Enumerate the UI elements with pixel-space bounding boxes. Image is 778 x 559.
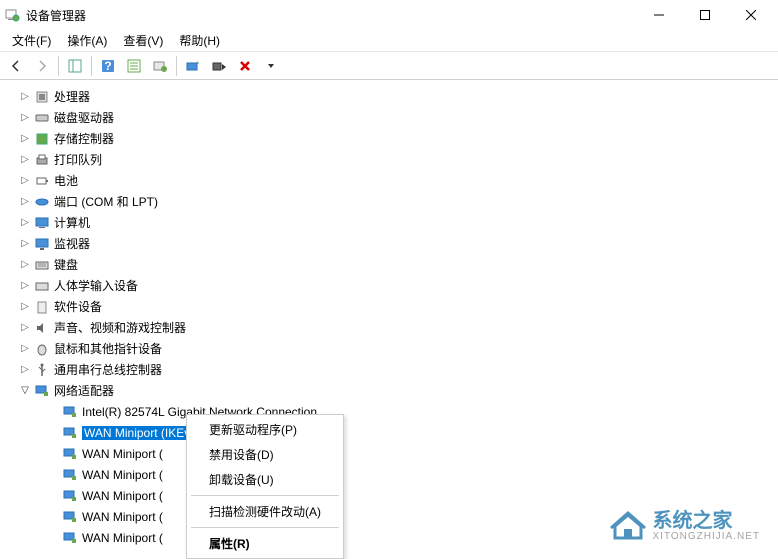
tree-node-mouse[interactable]: ▷鼠标和其他指针设备: [4, 338, 774, 359]
window-title: 设备管理器: [26, 7, 636, 24]
storage-icon: [34, 131, 50, 147]
chevron-right-icon[interactable]: ▷: [18, 112, 32, 123]
tree-node-wan-miniport[interactable]: WAN Miniport (: [4, 443, 774, 464]
tree-node-battery[interactable]: ▷电池: [4, 170, 774, 191]
tree-node-usb[interactable]: ▷通用串行总线控制器: [4, 359, 774, 380]
tree-node-network[interactable]: ▽网络适配器: [4, 380, 774, 401]
port-icon: [34, 194, 50, 210]
network-adapter-icon: [62, 467, 78, 483]
chevron-right-icon[interactable]: ▷: [18, 322, 32, 333]
chevron-right-icon[interactable]: ▷: [18, 364, 32, 375]
chevron-right-icon[interactable]: ▷: [18, 133, 32, 144]
network-adapter-icon: [62, 425, 78, 441]
software-icon: [34, 299, 50, 315]
uninstall-device-button[interactable]: [233, 54, 257, 78]
tree-node-processor[interactable]: ▷处理器: [4, 86, 774, 107]
svg-text:?: ?: [104, 59, 111, 73]
tree-node-wan-miniport-ikev2[interactable]: WAN Miniport (IKEv2): [4, 422, 774, 443]
ctx-properties[interactable]: 属性(R): [189, 531, 341, 556]
tree-node-monitor[interactable]: ▷监视器: [4, 233, 774, 254]
hid-icon: [34, 278, 50, 294]
toolbar: ?: [0, 52, 778, 80]
separator: [58, 56, 59, 76]
close-button[interactable]: [728, 0, 774, 30]
device-tree[interactable]: ▷处理器 ▷磁盘驱动器 ▷存储控制器 ▷打印队列 ▷电池 ▷端口 (COM 和 …: [0, 80, 778, 548]
disk-icon: [34, 110, 50, 126]
processor-icon: [34, 89, 50, 105]
chevron-right-icon[interactable]: ▷: [18, 301, 32, 312]
house-icon: [609, 510, 647, 542]
maximize-button[interactable]: [682, 0, 728, 30]
tree-node-wan-miniport[interactable]: WAN Miniport (: [4, 464, 774, 485]
context-menu: 更新驱动程序(P) 禁用设备(D) 卸载设备(U) 扫描检测硬件改动(A) 属性…: [186, 414, 344, 559]
tree-node-software[interactable]: ▷软件设备: [4, 296, 774, 317]
menu-action[interactable]: 操作(A): [59, 30, 115, 51]
update-driver-button[interactable]: [181, 54, 205, 78]
printer-icon: [34, 152, 50, 168]
forward-button[interactable]: [30, 54, 54, 78]
chevron-right-icon[interactable]: ▷: [18, 91, 32, 102]
window-controls: [636, 0, 774, 30]
mouse-icon: [34, 341, 50, 357]
show-tree-button[interactable]: [63, 54, 87, 78]
menu-file[interactable]: 文件(F): [4, 30, 59, 51]
watermark: 系统之家 XITONGZHIJIA.NET: [609, 510, 761, 542]
menubar: 文件(F) 操作(A) 查看(V) 帮助(H): [0, 30, 778, 52]
chevron-down-icon[interactable]: ▽: [18, 385, 32, 396]
menu-view[interactable]: 查看(V): [115, 30, 171, 51]
back-button[interactable]: [4, 54, 28, 78]
ctx-update-driver[interactable]: 更新驱动程序(P): [189, 417, 341, 442]
network-adapter-icon: [62, 404, 78, 420]
watermark-sub: XITONGZHIJIA.NET: [653, 531, 761, 542]
ctx-disable-device[interactable]: 禁用设备(D): [189, 442, 341, 467]
scan-hardware-button[interactable]: [148, 54, 172, 78]
app-icon: [4, 7, 20, 23]
chevron-right-icon[interactable]: ▷: [18, 154, 32, 165]
tree-node-intel-gigabit[interactable]: Intel(R) 82574L Gigabit Network Connecti…: [4, 401, 774, 422]
network-icon: [34, 383, 50, 399]
separator: [191, 527, 339, 528]
chevron-right-icon[interactable]: ▷: [18, 280, 32, 291]
computer-icon: [34, 215, 50, 231]
chevron-right-icon[interactable]: ▷: [18, 259, 32, 270]
separator: [191, 495, 339, 496]
ctx-scan-hardware[interactable]: 扫描检测硬件改动(A): [189, 499, 341, 524]
chevron-right-icon[interactable]: ▷: [18, 196, 32, 207]
network-adapter-icon: [62, 488, 78, 504]
keyboard-icon: [34, 257, 50, 273]
dropdown-button[interactable]: [259, 54, 283, 78]
network-adapter-icon: [62, 530, 78, 546]
tree-node-hid[interactable]: ▷人体学输入设备: [4, 275, 774, 296]
battery-icon: [34, 173, 50, 189]
properties-button[interactable]: [122, 54, 146, 78]
tree-node-storage[interactable]: ▷存储控制器: [4, 128, 774, 149]
tree-node-sound[interactable]: ▷声音、视频和游戏控制器: [4, 317, 774, 338]
chevron-right-icon[interactable]: ▷: [18, 175, 32, 186]
network-adapter-icon: [62, 446, 78, 462]
network-adapter-icon: [62, 509, 78, 525]
tree-node-wan-miniport[interactable]: WAN Miniport (: [4, 485, 774, 506]
help-button[interactable]: ?: [96, 54, 120, 78]
monitor-icon: [34, 236, 50, 252]
chevron-right-icon[interactable]: ▷: [18, 217, 32, 228]
usb-icon: [34, 362, 50, 378]
tree-node-keyboard[interactable]: ▷键盘: [4, 254, 774, 275]
tree-node-ports[interactable]: ▷端口 (COM 和 LPT): [4, 191, 774, 212]
ctx-uninstall-device[interactable]: 卸载设备(U): [189, 467, 341, 492]
separator: [91, 56, 92, 76]
watermark-text: 系统之家: [653, 511, 761, 531]
minimize-button[interactable]: [636, 0, 682, 30]
menu-help[interactable]: 帮助(H): [171, 30, 228, 51]
tree-node-printqueue[interactable]: ▷打印队列: [4, 149, 774, 170]
sound-icon: [34, 320, 50, 336]
chevron-right-icon[interactable]: ▷: [18, 343, 32, 354]
chevron-right-icon[interactable]: ▷: [18, 238, 32, 249]
tree-node-computer[interactable]: ▷计算机: [4, 212, 774, 233]
tree-node-disk[interactable]: ▷磁盘驱动器: [4, 107, 774, 128]
separator: [176, 56, 177, 76]
disable-device-button[interactable]: [207, 54, 231, 78]
titlebar: 设备管理器: [0, 0, 778, 30]
